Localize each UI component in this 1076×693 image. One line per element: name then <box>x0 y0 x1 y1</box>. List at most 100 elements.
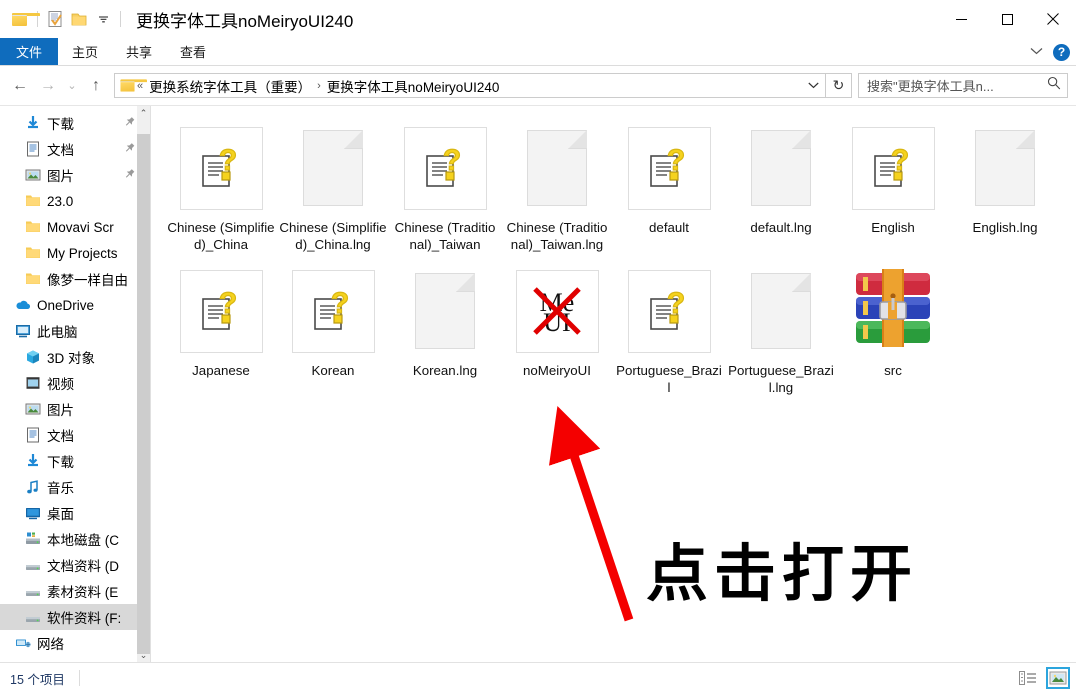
sidebar-item-18[interactable]: 素材资料 (E <box>0 578 150 604</box>
sidebar-item-11[interactable]: 图片 <box>0 396 150 422</box>
new-folder-icon[interactable] <box>67 7 91 31</box>
tab-home[interactable]: 主页 <box>58 38 112 65</box>
file-item[interactable]: ? default <box>613 112 725 253</box>
customize-qat-dropdown-icon[interactable] <box>91 7 115 31</box>
breadcrumb-item-1[interactable]: 更换字体工具noMeiryoUI240 <box>322 76 505 96</box>
sidebar-item-10[interactable]: 视频 <box>0 370 150 396</box>
minimize-button[interactable] <box>938 0 984 38</box>
close-button[interactable] <box>1030 0 1076 38</box>
file-icon-container <box>843 261 943 361</box>
unknown-file-icon: ? <box>627 269 711 353</box>
blank-document-icon <box>527 130 587 206</box>
sidebar-item-label: 本地磁盘 (C <box>47 533 119 548</box>
sidebar-item-7[interactable]: OneDrive <box>0 292 150 318</box>
pin-icon[interactable] <box>120 140 138 158</box>
breadcrumb[interactable]: « 更换系统字体工具（重要） › 更换字体工具noMeiryoUI240 <box>114 73 826 98</box>
help-icon[interactable]: ? <box>1053 43 1070 61</box>
maximize-button[interactable] <box>984 0 1030 38</box>
sidebar-item-label: 23.0 <box>47 193 74 209</box>
sidebar-item-6[interactable]: 像梦一样自由 <box>0 266 150 292</box>
file-item[interactable]: ? Chinese (Simplified)_China <box>165 112 277 253</box>
tab-view[interactable]: 查看 <box>166 38 220 65</box>
sidebar-item-5[interactable]: My Projects <box>0 240 150 266</box>
svg-text:?: ? <box>331 287 349 320</box>
this-pc-icon <box>14 323 31 339</box>
file-icon-container: ? <box>395 118 495 218</box>
sidebar-item-1[interactable]: 文档 <box>0 136 150 162</box>
sidebar-item-17[interactable]: 文档资料 (D <box>0 552 150 578</box>
file-item[interactable]: Korean.lng <box>389 255 501 396</box>
details-view-button[interactable] <box>1016 667 1040 689</box>
file-icon-container <box>283 118 383 218</box>
folder-icon[interactable] <box>8 7 40 31</box>
music-icon <box>24 479 41 495</box>
folder-icon <box>24 271 41 287</box>
sidebar-item-label: 3D 对象 <box>47 351 96 366</box>
file-item[interactable]: ? Korean <box>277 255 389 396</box>
svg-text:?: ? <box>219 144 237 177</box>
file-icon-container: Me UI <box>507 261 607 361</box>
sidebar-item-13[interactable]: 下载 <box>0 448 150 474</box>
search-box[interactable]: 搜索"更换字体工具n... <box>858 73 1068 98</box>
sidebar-item-2[interactable]: 图片 <box>0 162 150 188</box>
onedrive-cloud-icon <box>14 297 31 313</box>
svg-text:?: ? <box>667 287 685 320</box>
chevron-down-icon[interactable] <box>1030 43 1043 61</box>
file-name-label: Portuguese_Brazil.lng <box>728 363 834 395</box>
file-list-pane[interactable]: ? Chinese (Simplified)_China Chinese (Sim… <box>151 106 1076 662</box>
file-icon-container <box>507 118 607 218</box>
scrollbar-thumb[interactable] <box>137 134 150 654</box>
sidebar-item-8[interactable]: 此电脑 <box>0 318 150 344</box>
document-icon <box>24 141 41 157</box>
drive-icon <box>24 609 41 625</box>
sidebar-item-0[interactable]: 下载 <box>0 110 150 136</box>
download-icon <box>24 115 41 131</box>
tab-share[interactable]: 共享 <box>112 38 166 65</box>
sidebar-item-label: 此电脑 <box>37 325 78 340</box>
recent-locations-button[interactable]: ⌄ <box>62 72 82 100</box>
breadcrumb-dropdown-icon[interactable] <box>803 74 823 97</box>
breadcrumb-item-0[interactable]: 更换系统字体工具（重要） <box>144 76 316 96</box>
sidebar-item-4[interactable]: Movavi Scr <box>0 214 150 240</box>
refresh-button[interactable]: ↻ <box>826 73 852 98</box>
sidebar-item-20[interactable]: 网络 <box>0 630 150 656</box>
file-item[interactable]: Portuguese_Brazil.lng <box>725 255 837 396</box>
item-count-label: 15 个项目 <box>10 672 65 687</box>
network-icon <box>14 635 31 651</box>
file-item[interactable]: ? Japanese <box>165 255 277 396</box>
forward-button[interactable]: → <box>34 72 62 100</box>
tab-file[interactable]: 文件 <box>0 38 59 65</box>
sidebar-item-label: 像梦一样自由 <box>47 273 128 288</box>
picture-icon <box>24 167 41 183</box>
sidebar-item-14[interactable]: 音乐 <box>0 474 150 500</box>
sidebar-item-19[interactable]: 软件资料 (F: <box>0 604 150 630</box>
file-item[interactable]: src <box>837 255 949 396</box>
handwritten-annotation-text: 点击打开 <box>646 537 919 610</box>
file-item[interactable]: ? Chinese (Traditional)_Taiwan <box>389 112 501 253</box>
back-button[interactable]: ← <box>6 72 34 100</box>
scroll-up-icon[interactable]: ⌃ <box>140 106 148 120</box>
file-item[interactable]: English.lng <box>949 112 1061 253</box>
sidebar-item-3[interactable]: 23.0 <box>0 188 150 214</box>
pin-icon[interactable] <box>120 114 138 132</box>
search-input[interactable]: 搜索"更换字体工具n... <box>867 76 1047 95</box>
file-item[interactable]: ? English <box>837 112 949 253</box>
main-body: 下载 文档 图片 23.0 Movavi Scr My Projects 像梦一样自由 One… <box>0 105 1076 662</box>
sidebar-list: 下载 文档 图片 23.0 Movavi Scr My Projects 像梦一样自由 One… <box>0 106 150 656</box>
large-icons-view-button[interactable] <box>1046 667 1070 689</box>
up-button[interactable]: ↑ <box>82 72 110 100</box>
properties-icon[interactable] <box>43 7 67 31</box>
sidebar-item-16[interactable]: 本地磁盘 (C <box>0 526 150 552</box>
file-item[interactable]: default.lng <box>725 112 837 253</box>
file-item[interactable]: Me UI noMeiryoUI <box>501 255 613 396</box>
sidebar-item-12[interactable]: 文档 <box>0 422 150 448</box>
sidebar-item-label: Movavi Scr <box>47 219 114 235</box>
pin-icon[interactable] <box>120 166 138 184</box>
sidebar-item-9[interactable]: 3D 对象 <box>0 344 150 370</box>
blank-document-icon <box>975 130 1035 206</box>
sidebar-item-15[interactable]: 桌面 <box>0 500 150 526</box>
file-item[interactable]: Chinese (Traditional)_Taiwan.lng <box>501 112 613 253</box>
file-item[interactable]: Chinese (Simplified)_China.lng <box>277 112 389 253</box>
file-item[interactable]: ? Portuguese_Brazil <box>613 255 725 396</box>
sidebar-scrollbar[interactable]: ⌃ ⌄ <box>137 106 150 662</box>
